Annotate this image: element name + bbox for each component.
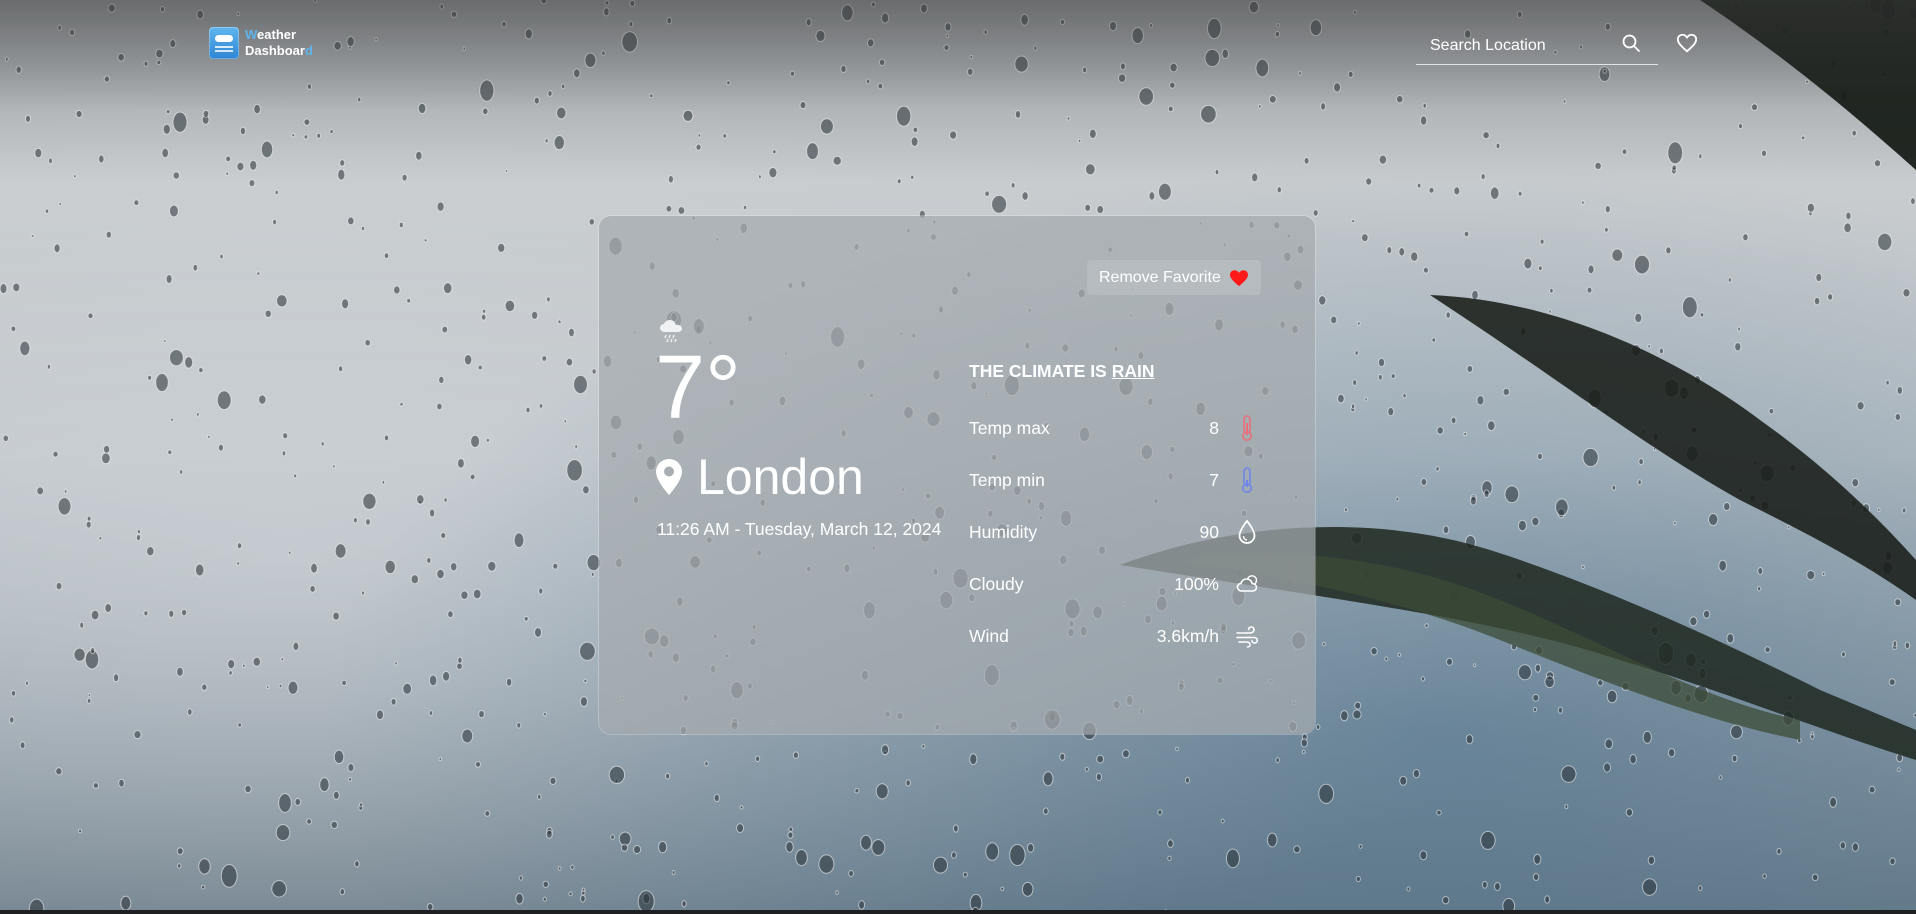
- brand-initial: W: [245, 27, 258, 42]
- brand-word-1: eather: [257, 27, 297, 42]
- city-name: London: [697, 449, 864, 505]
- remove-favorite-button[interactable]: Remove Favorite: [1087, 260, 1261, 295]
- cloud-icon: [1236, 575, 1258, 592]
- thermometer-hot-icon: [1242, 415, 1252, 441]
- location-pin-icon: [656, 459, 682, 495]
- search-input[interactable]: [1428, 32, 1622, 60]
- weather-app-icon: [209, 27, 239, 59]
- weather-card: Remove Favorite 7° London 11:26 AM - Tue…: [599, 216, 1315, 734]
- current-temperature: 7°: [655, 338, 742, 438]
- stat-value: 8: [1209, 418, 1219, 438]
- favorites-heart-icon[interactable]: [1676, 32, 1698, 54]
- page-bottom-edge: [0, 910, 1916, 914]
- stat-value: 3.6km/h: [1156, 626, 1219, 646]
- stat-temp-min: Temp min 7: [969, 463, 1259, 515]
- brand-final-letter: d: [304, 43, 313, 58]
- weather-stats-list: Temp max 8 Temp min 7 Humidity 90 Cloudy…: [969, 411, 1259, 671]
- search-icon[interactable]: [1621, 33, 1641, 53]
- stat-value: 100%: [1174, 574, 1219, 594]
- stat-value: 90: [1199, 522, 1219, 542]
- brand-logo-link[interactable]: Weather Dashboard: [209, 27, 313, 59]
- stat-value: 7: [1209, 470, 1219, 490]
- climate-prefix: THE CLIMATE IS: [969, 361, 1107, 381]
- remove-favorite-label: Remove Favorite: [1099, 268, 1221, 286]
- stat-label: Temp min: [969, 470, 1045, 490]
- climate-heading: THE CLIMATE IS RAIN: [969, 361, 1155, 382]
- stat-label: Wind: [969, 626, 1009, 646]
- location-row: London: [655, 449, 864, 505]
- heart-filled-icon: [1229, 269, 1248, 286]
- local-datetime: 11:26 AM - Tuesday, March 12, 2024: [657, 519, 942, 539]
- thermometer-cold-icon: [1242, 467, 1252, 493]
- weather-dashboard-page: Weather Dashboard Remove Favorite 7: [0, 0, 1916, 914]
- wind-icon: [1236, 626, 1259, 648]
- water-drop-icon: [1238, 519, 1256, 544]
- stat-label: Humidity: [969, 522, 1038, 542]
- stat-humidity: Humidity 90: [969, 515, 1259, 567]
- brand-name: Weather Dashboard: [245, 27, 313, 59]
- climate-condition: RAIN: [1111, 361, 1155, 381]
- stat-label: Temp max: [969, 418, 1050, 438]
- brand-word-2: Dashboar: [245, 43, 305, 58]
- stat-cloudy: Cloudy 100%: [969, 567, 1259, 619]
- stat-label: Cloudy: [969, 574, 1024, 594]
- stat-temp-max: Temp max 8: [969, 411, 1259, 463]
- stat-wind: Wind 3.6km/h: [969, 619, 1259, 671]
